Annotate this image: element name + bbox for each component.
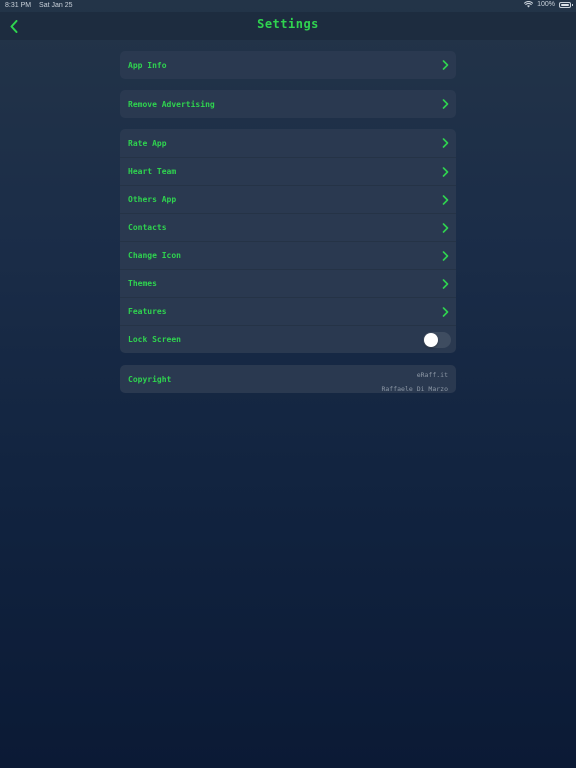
row-label: Features (128, 307, 167, 316)
copyright-details: eRaff.it Raffaele Di Marzo (381, 368, 448, 393)
chevron-right-icon (442, 279, 449, 289)
row-change-icon[interactable]: Change Icon (120, 241, 456, 269)
chevron-right-icon (442, 167, 449, 177)
row-copyright: Copyright eRaff.it Raffaele Di Marzo (120, 365, 456, 393)
row-label: Rate App (128, 138, 167, 148)
chevron-right-icon (442, 223, 449, 233)
battery-percent: 100% (537, 1, 555, 8)
chevron-right-icon (442, 307, 449, 317)
row-themes[interactable]: Themes (120, 269, 456, 297)
row-label: Copyright (128, 374, 172, 384)
row-label: Change Icon (128, 251, 181, 260)
battery-icon (559, 1, 573, 8)
row-others-app[interactable]: Others App (120, 185, 456, 213)
page-title: Settings (257, 17, 319, 31)
row-rate-app[interactable]: Rate App (120, 129, 456, 157)
status-bar: 8:31 PM Sat Jan 25 100% (0, 0, 576, 12)
wifi-icon (524, 1, 534, 8)
status-right: 100% (524, 1, 573, 8)
copyright-site: eRaff.it (416, 371, 448, 379)
settings-group-info: App Info (120, 51, 456, 79)
row-heart-team[interactable]: Heart Team (120, 157, 456, 185)
toggle-knob (424, 333, 438, 347)
row-label: Others App (128, 195, 177, 204)
row-label: Heart Team (128, 167, 177, 176)
chevron-right-icon (442, 99, 449, 109)
row-lock-screen: Lock Screen (120, 325, 456, 353)
copyright-author: Raffaele Di Marzo (381, 385, 448, 393)
chevron-right-icon (442, 138, 449, 148)
chevron-right-icon (442, 251, 449, 261)
row-label: Lock Screen (128, 335, 181, 344)
status-date: Sat Jan 25 (39, 2, 73, 9)
lock-screen-toggle[interactable] (423, 332, 451, 348)
status-left: 8:31 PM Sat Jan 25 (5, 2, 79, 9)
row-label: Remove Advertising (128, 99, 215, 109)
row-remove-advertising[interactable]: Remove Advertising (120, 90, 456, 118)
row-label: Themes (128, 279, 157, 288)
row-label: Contacts (128, 223, 167, 232)
settings-group-ads: Remove Advertising (120, 90, 456, 118)
row-app-info[interactable]: App Info (120, 51, 456, 79)
settings-group-copyright: Copyright eRaff.it Raffaele Di Marzo (120, 365, 456, 393)
navigation-bar: Settings (0, 12, 576, 40)
row-label: App Info (128, 60, 167, 70)
chevron-right-icon (442, 60, 449, 70)
settings-group-main: Rate App Heart Team Others App Contacts … (120, 129, 456, 353)
row-contacts[interactable]: Contacts (120, 213, 456, 241)
row-features[interactable]: Features (120, 297, 456, 325)
battery-fill (561, 3, 569, 6)
chevron-right-icon (442, 195, 449, 205)
status-time: 8:31 PM (5, 2, 32, 9)
